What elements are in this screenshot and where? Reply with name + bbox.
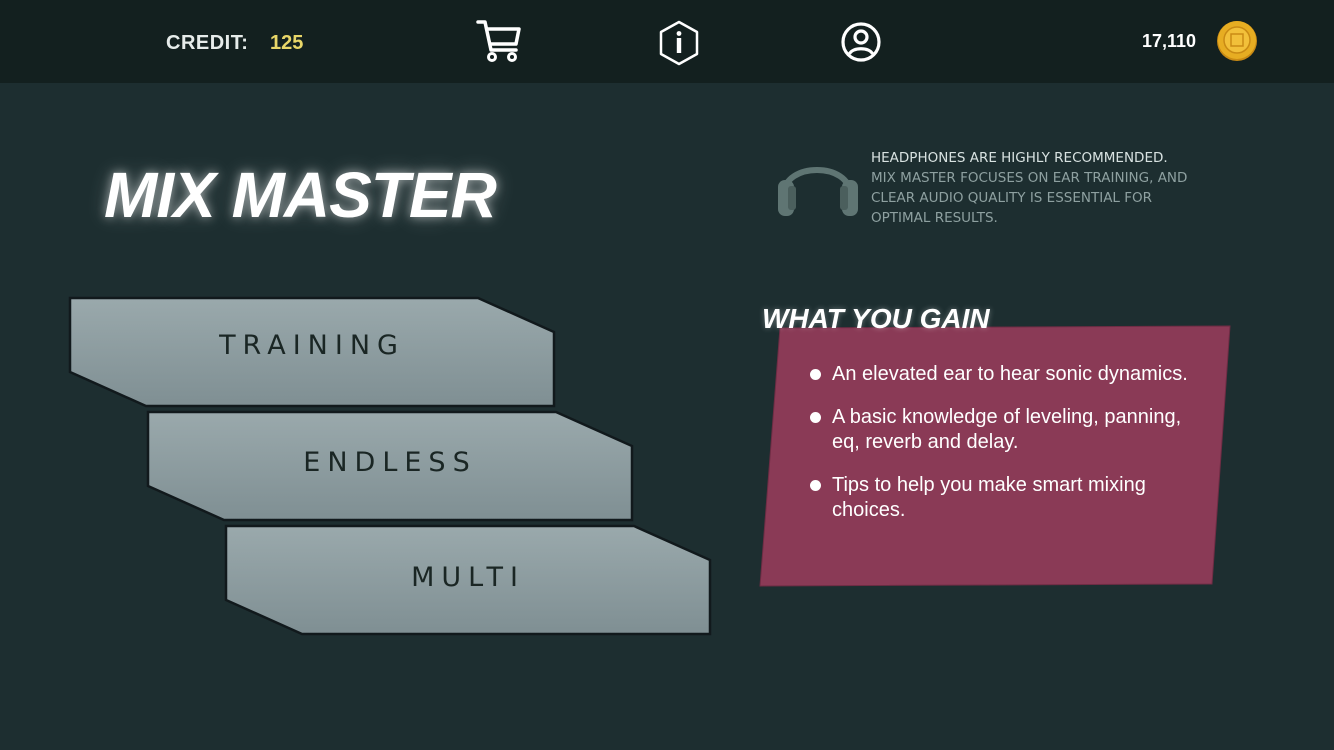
credit-value: 125 [270, 32, 304, 54]
game-title: MIX MASTER [104, 159, 497, 231]
cart-icon[interactable] [474, 16, 522, 71]
user-icon[interactable] [840, 21, 882, 68]
coin-icon [1215, 19, 1259, 68]
gain-item-text: An elevated ear to hear sonic dynamics. [832, 363, 1188, 385]
list-item: Tips to help you make smart mixing choic… [810, 473, 1200, 523]
training-label: TRAINING [219, 330, 405, 361]
endless-label: ENDLESS [303, 447, 477, 478]
coin-count: 17,110 [1142, 31, 1197, 51]
gain-item-text: Tips to help you make smart mixing choic… [832, 474, 1146, 521]
bullet-icon [810, 412, 821, 423]
bullet-icon [810, 480, 821, 491]
list-item: A basic knowledge of leveling, panning, … [810, 405, 1200, 455]
headphones-icon [776, 150, 860, 225]
multi-button[interactable]: MULTI [224, 524, 712, 636]
training-button[interactable]: TRAINING [68, 296, 556, 408]
top-bar: CREDIT: 125 17,110 [0, 0, 1334, 83]
gain-list: An elevated ear to hear sonic dynamics. … [810, 362, 1200, 541]
credit-label: CREDIT: [166, 32, 249, 54]
notice-body: MIX MASTER FOCUSES ON EAR TRAINING, AND … [871, 170, 1188, 226]
gain-title: WHAT YOU GAIN [762, 303, 990, 334]
info-icon[interactable] [657, 20, 701, 71]
gain-item-text: A basic knowledge of leveling, panning, … [832, 406, 1182, 453]
headphones-notice: HEADPHONES ARE HIGHLY RECOMMENDED. MIX M… [871, 148, 1211, 228]
notice-heading: HEADPHONES ARE HIGHLY RECOMMENDED. [871, 150, 1168, 166]
endless-button[interactable]: ENDLESS [146, 410, 634, 522]
multi-label: MULTI [411, 562, 525, 593]
bullet-icon [810, 369, 821, 380]
list-item: An elevated ear to hear sonic dynamics. [810, 362, 1200, 387]
